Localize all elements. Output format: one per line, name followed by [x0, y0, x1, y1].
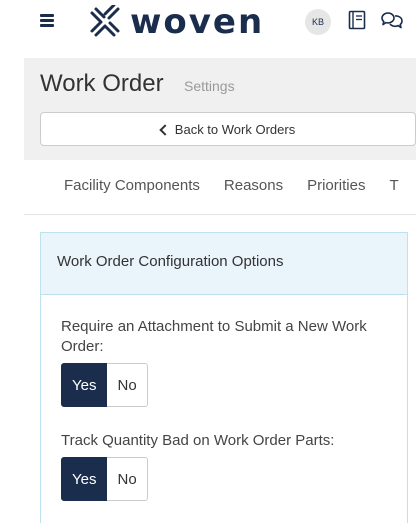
option-track-quantity-bad: Track Quantity Bad on Work Order Parts: …: [61, 431, 381, 501]
top-navigation-bar: woven KB: [0, 0, 416, 50]
settings-tabs: Facility Components Reasons Priorities T: [64, 168, 416, 204]
yes-button[interactable]: Yes: [61, 363, 108, 407]
back-to-work-orders-button[interactable]: Back to Work Orders: [40, 112, 416, 146]
option-label: Require an Attachment to Submit a New Wo…: [61, 318, 367, 355]
page-subtitle: Settings: [184, 78, 235, 94]
tab-reasons[interactable]: Reasons: [224, 168, 283, 204]
tab-facility-components[interactable]: Facility Components: [64, 168, 200, 204]
back-button-label: Back to Work Orders: [174, 121, 296, 137]
logo-text: woven: [130, 2, 265, 42]
woven-logo-mark-icon: [90, 5, 120, 37]
user-avatar[interactable]: KB: [305, 9, 331, 35]
tab-overflow[interactable]: T: [389, 168, 398, 204]
option-label: Track Quantity Bad on Work Order Parts:: [61, 432, 335, 449]
yes-no-toggle: Yes No: [61, 457, 381, 501]
tab-priorities[interactable]: Priorities: [307, 168, 365, 204]
notebook-icon[interactable]: [348, 10, 366, 30]
page-title: Work Order: [40, 70, 164, 97]
option-require-attachment: Require an Attachment to Submit a New Wo…: [61, 317, 381, 407]
yes-button[interactable]: Yes: [61, 457, 108, 501]
configuration-panel: Work Order Configuration Options Require…: [40, 232, 408, 523]
yes-no-toggle: Yes No: [61, 363, 381, 407]
no-button[interactable]: No: [107, 363, 148, 407]
woven-logo[interactable]: woven: [88, 2, 264, 42]
page-header: Work Order Settings Back to Work Orders: [24, 58, 416, 160]
hamburger-menu-icon[interactable]: [40, 14, 54, 27]
panel-title: Work Order Configuration Options: [41, 233, 407, 295]
tabs-divider: [24, 214, 416, 215]
chat-bubbles-icon[interactable]: [380, 10, 404, 32]
chevron-left-icon: [159, 123, 171, 136]
no-button[interactable]: No: [107, 457, 148, 501]
